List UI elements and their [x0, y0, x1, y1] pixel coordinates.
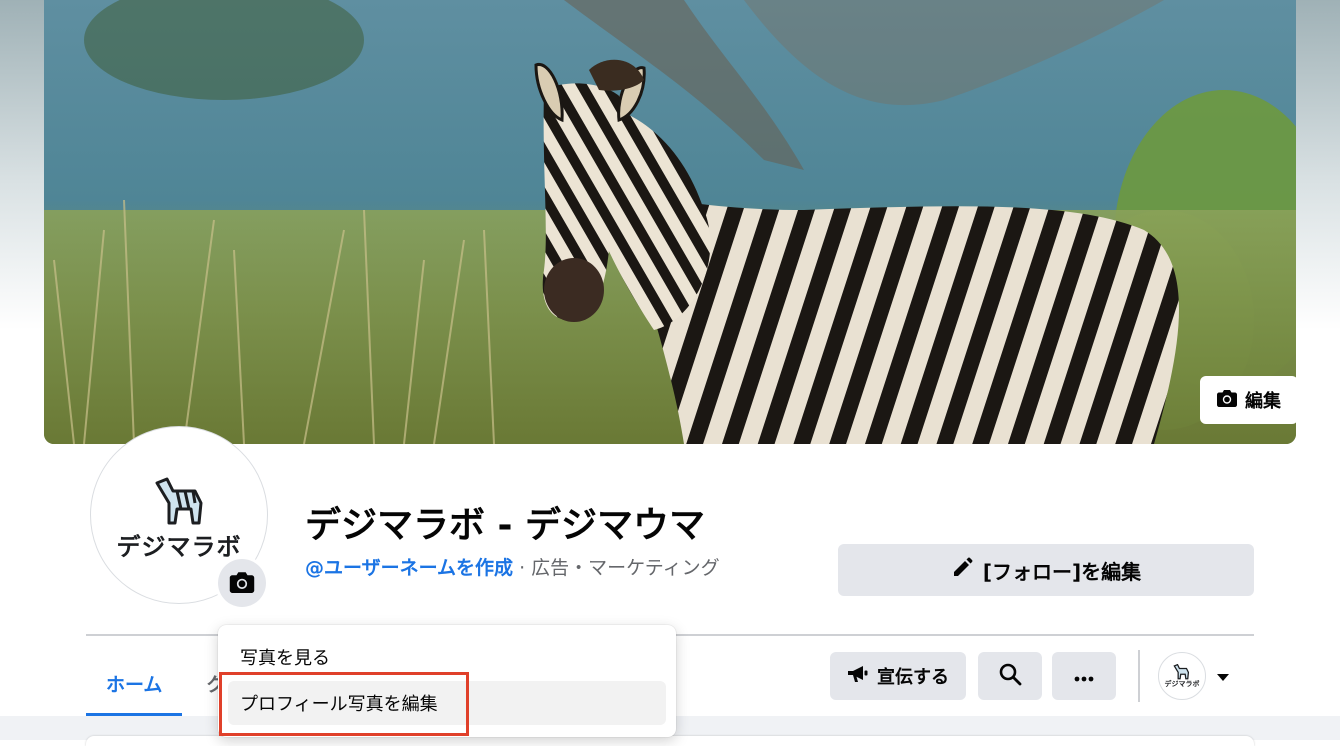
create-username-link[interactable]: @ユーザーネームを作成 — [305, 557, 513, 579]
toolbar-separator — [1138, 650, 1140, 702]
feed-card-edge — [86, 736, 1254, 746]
edit-cover-button[interactable]: 編集 — [1200, 376, 1298, 424]
megaphone-icon — [847, 664, 869, 689]
zebra-cover-image — [44, 0, 1296, 444]
caret-down-icon — [1216, 667, 1230, 686]
more-icon — [1074, 666, 1094, 687]
edit-cover-label: 編集 — [1245, 391, 1281, 412]
promote-label: 宣伝する — [877, 667, 949, 688]
promote-button[interactable]: 宣伝する — [830, 652, 966, 700]
pencil-icon — [951, 557, 973, 584]
search-button[interactable] — [978, 652, 1042, 700]
edit-profile-picture-button[interactable] — [218, 559, 266, 607]
camera-icon — [1217, 389, 1237, 412]
page-category: · 広告・マーケティング — [513, 557, 720, 579]
page-title: デジマラボ - デジマウマ — [305, 505, 706, 546]
profile-picture-menu: 写真を見る プロフィール写真を編集 — [218, 625, 676, 737]
menu-item-view-photo-label: 写真を見る — [240, 648, 330, 669]
zebra-logo-icon — [1173, 664, 1190, 680]
mini-avatar-text: デジマラボ — [1164, 680, 1200, 688]
avatar-logo-text: デジマラボ — [116, 533, 242, 561]
page-subtitle: @ユーザーネームを作成 · 広告・マーケティング — [305, 553, 720, 580]
edit-follow-label: [フォロー]を編集 — [982, 559, 1142, 584]
tab-home[interactable]: ホーム — [86, 650, 183, 716]
search-icon — [998, 662, 1022, 691]
menu-item-edit-profile-photo[interactable]: プロフィール写真を編集 — [228, 681, 666, 725]
zebra-logo-icon — [151, 477, 211, 531]
menu-item-view-photo[interactable]: 写真を見る — [228, 635, 666, 679]
tab-home-label: ホーム — [106, 673, 163, 696]
account-switcher[interactable]: デジマラボ — [1158, 650, 1248, 702]
cover-photo[interactable] — [44, 0, 1296, 444]
edit-follow-button[interactable]: [フォロー]を編集 — [838, 544, 1254, 596]
camera-icon — [229, 571, 255, 596]
mini-avatar: デジマラボ — [1158, 652, 1206, 700]
menu-item-edit-profile-photo-label: プロフィール写真を編集 — [240, 694, 438, 715]
more-options-button[interactable] — [1052, 652, 1116, 700]
